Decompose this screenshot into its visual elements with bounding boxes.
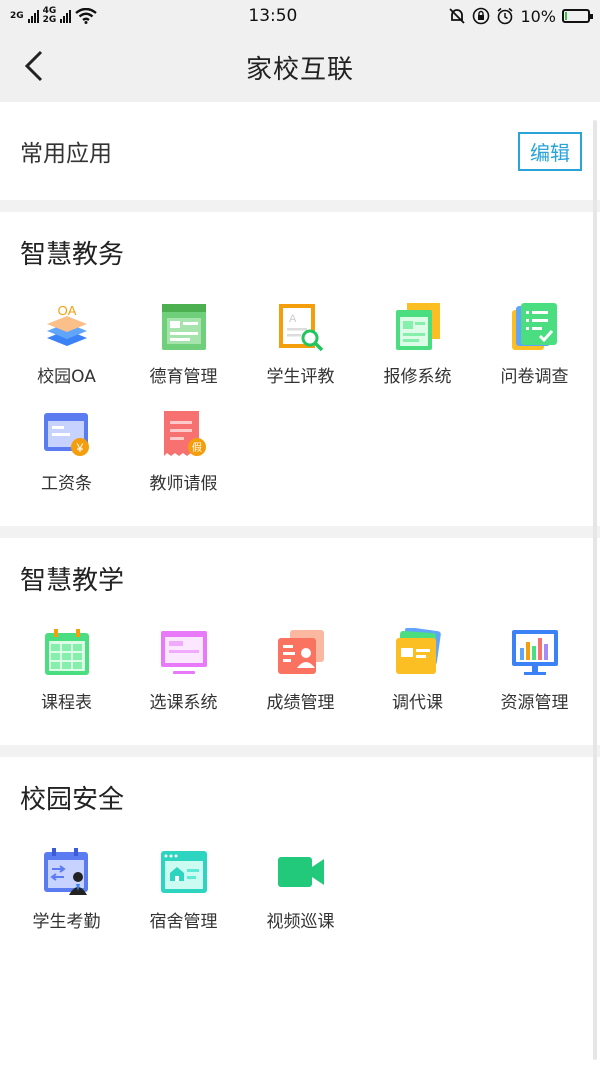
app-label: 学生考勤	[32, 912, 101, 932]
app-item[interactable]: 成绩管理	[242, 628, 359, 735]
clock-time: 13:50	[248, 6, 298, 26]
app-item[interactable]: ¥ 工资条	[8, 409, 125, 516]
app-item[interactable]: 问卷调查	[476, 302, 593, 409]
app-label: 工资条	[41, 474, 92, 494]
section-divider	[0, 200, 600, 212]
common-apps-title: 常用应用	[20, 141, 112, 167]
svg-text:OA: OA	[57, 303, 76, 318]
network-type-2b: 2G	[42, 15, 57, 25]
grades-card-icon	[276, 628, 326, 678]
app-label: 教师请假	[149, 474, 218, 494]
rotation-lock-icon	[473, 7, 490, 25]
app-item[interactable]: 资源管理	[476, 628, 593, 735]
leave-receipt-icon: 假	[159, 409, 209, 459]
oa-layers-icon: OA	[42, 302, 92, 352]
app-item[interactable]: OA 校园OA	[8, 302, 125, 409]
app-label: 调代课	[392, 693, 443, 713]
attendance-icon	[42, 847, 92, 897]
course-select-icon	[159, 628, 209, 678]
app-label: 选课系统	[149, 693, 218, 713]
timetable-icon	[42, 628, 92, 678]
resource-chart-icon	[510, 628, 560, 678]
signal-bars-icon	[27, 9, 39, 23]
survey-check-icon	[510, 302, 560, 352]
network-type-1: 2G	[10, 10, 24, 21]
app-label: 成绩管理	[266, 693, 335, 713]
svg-text:假: 假	[192, 441, 202, 454]
app-item[interactable]: A 学生评教	[242, 302, 359, 409]
back-button[interactable]	[14, 46, 54, 86]
section-title: 校园安全	[20, 785, 125, 815]
battery-level	[565, 12, 568, 20]
app-item[interactable]: 选课系统	[125, 628, 242, 735]
app-label: 学生评教	[266, 367, 335, 387]
app-label: 德育管理	[149, 367, 218, 387]
salary-card-icon: ¥	[42, 409, 92, 459]
signal-area: 2G 4G 2G	[10, 7, 98, 25]
app-item[interactable]: 德育管理	[125, 302, 242, 409]
app-item[interactable]: 调代课	[359, 627, 476, 735]
app-section: 智慧教务 OA 校园OA 德育管理 A 学生评教 报修系统 问卷调查 ¥ 工资条 假教师请假	[0, 212, 600, 526]
section-title: 智慧教务	[20, 240, 125, 270]
edit-button[interactable]: 编辑	[518, 131, 582, 171]
common-apps-header: 常用应用 编辑	[0, 102, 600, 200]
moral-board-icon	[159, 302, 209, 352]
signal-bars-icon	[60, 9, 72, 23]
status-bar: 2G 4G 2G 13:50 10%	[0, 0, 600, 32]
page-title: 家校互联	[245, 54, 354, 85]
app-label: 宿舍管理	[149, 912, 218, 932]
repair-window-icon	[393, 302, 443, 352]
section-divider	[0, 526, 600, 538]
battery-icon	[562, 9, 593, 23]
status-right: 10%	[448, 6, 593, 26]
app-label: 问卷调查	[500, 367, 569, 387]
mute-icon	[449, 8, 466, 24]
section-divider	[0, 745, 600, 757]
app-grid: 学生考勤 宿舍管理 视频巡课	[0, 817, 600, 964]
sections-container: 智慧教务 OA 校园OA 德育管理 A 学生评教 报修系统 问卷调查 ¥ 工资条假教师请假 智慧教学…	[0, 200, 600, 964]
battery-percent: 10%	[520, 6, 556, 26]
scrollbar[interactable]	[593, 120, 597, 1060]
app-item[interactable]: 假教师请假	[125, 409, 242, 516]
chevron-left-icon	[24, 50, 43, 82]
app-label: 校园OA	[37, 367, 96, 387]
app-label: 资源管理	[500, 693, 569, 713]
app-item[interactable]: 视频巡课	[242, 847, 359, 954]
app-section: 智慧教学课程表 选课系统 成绩管理 调代课 资源管理	[0, 538, 600, 745]
evaluate-search-icon: A	[276, 302, 326, 352]
app-label: 报修系统	[383, 367, 452, 387]
section-title: 智慧教学	[20, 566, 125, 596]
swap-class-icon	[393, 627, 443, 678]
svg-text:¥: ¥	[75, 441, 83, 455]
nav-bar: 家校互联	[0, 32, 600, 102]
wifi-icon	[75, 8, 98, 24]
dormitory-icon	[159, 847, 209, 897]
app-item[interactable]: 宿舍管理	[125, 847, 242, 954]
app-label: 视频巡课	[266, 912, 335, 932]
app-item[interactable]: 学生考勤	[8, 847, 125, 954]
app-grid: 课程表 选课系统 成绩管理 调代课 资源管理	[0, 598, 600, 745]
app-label: 课程表	[41, 693, 92, 713]
video-camera-icon	[276, 847, 326, 897]
app-item[interactable]: 报修系统	[359, 302, 476, 409]
app-section: 校园安全学生考勤 宿舍管理 视频巡课	[0, 757, 600, 964]
app-grid: OA 校园OA 德育管理 A 学生评教 报修系统 问卷调查 ¥ 工资条 假教师请假	[0, 272, 600, 526]
svg-text:A: A	[289, 313, 297, 325]
alarm-icon	[497, 7, 513, 25]
app-item[interactable]: 课程表	[8, 628, 125, 735]
